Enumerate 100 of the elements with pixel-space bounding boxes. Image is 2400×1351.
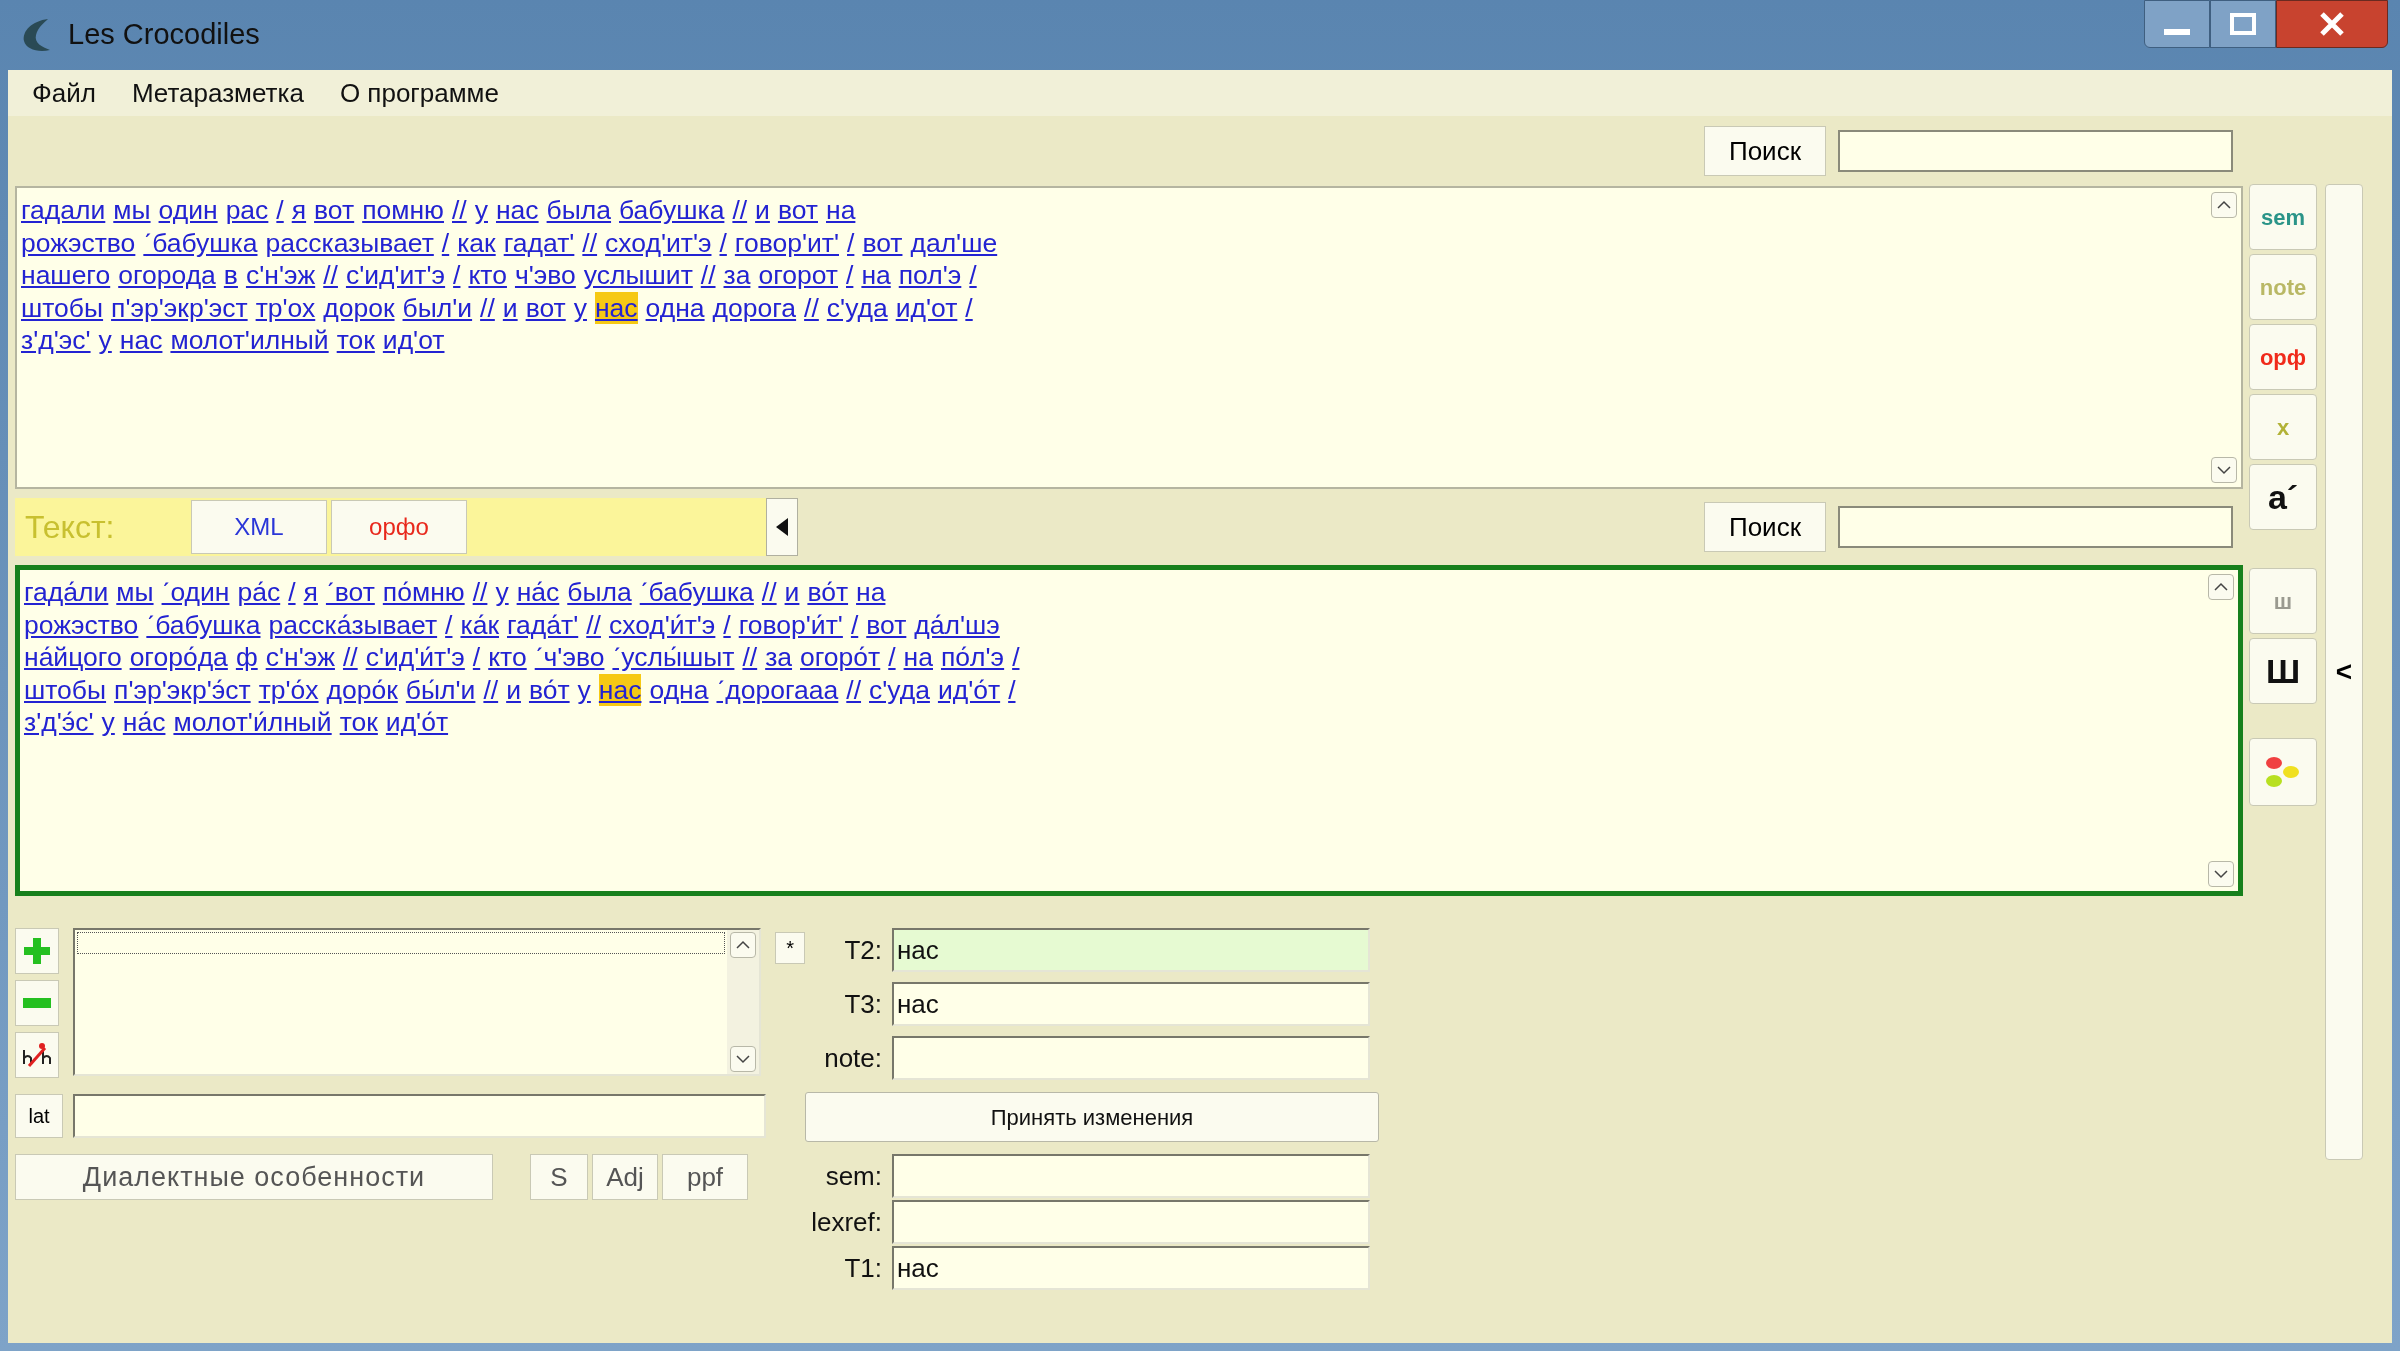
- word-link[interactable]: во́т: [528, 673, 570, 706]
- word-link[interactable]: как: [457, 226, 496, 259]
- maximize-button[interactable]: [2210, 0, 2276, 48]
- word-link[interactable]: на: [826, 194, 856, 227]
- word-link[interactable]: кто: [488, 641, 527, 674]
- word-link[interactable]: //: [700, 259, 716, 292]
- split-button[interactable]: [15, 1032, 59, 1078]
- word-link[interactable]: вот: [866, 608, 907, 641]
- word-link[interactable]: и: [502, 291, 518, 324]
- word-link[interactable]: услышит: [583, 259, 693, 292]
- word-link[interactable]: /: [969, 259, 977, 292]
- word-link[interactable]: была: [546, 194, 612, 227]
- search-button[interactable]: Поиск: [1704, 126, 1826, 176]
- side-button[interactable]: а´: [2249, 464, 2317, 530]
- word-link[interactable]: /: [723, 608, 731, 641]
- word-link[interactable]: сход'и́т'э: [608, 608, 716, 641]
- word-link[interactable]: /: [472, 641, 481, 674]
- word-link[interactable]: ид'от: [382, 324, 445, 357]
- word-link[interactable]: у: [573, 291, 587, 324]
- word-link[interactable]: мы: [116, 576, 154, 609]
- input-field[interactable]: [73, 1094, 766, 1138]
- word-link[interactable]: /: [850, 608, 859, 641]
- word-link[interactable]: нас: [594, 291, 638, 324]
- word-link[interactable]: огорода: [118, 259, 216, 292]
- word-link[interactable]: и: [784, 576, 800, 609]
- accept-button[interactable]: Принять изменения: [805, 1092, 1379, 1142]
- word-link[interactable]: одна: [645, 291, 705, 324]
- word-link[interactable]: ˊуслы́шыт: [612, 641, 735, 674]
- word-link[interactable]: у: [98, 324, 112, 357]
- word-link[interactable]: вот: [777, 194, 818, 227]
- word-link[interactable]: нашего: [21, 259, 111, 292]
- word-link[interactable]: //: [452, 194, 467, 227]
- word-link[interactable]: сход'ит'э: [605, 226, 712, 259]
- word-link[interactable]: /: [846, 259, 854, 292]
- word-link[interactable]: говор'и́т': [738, 608, 843, 641]
- word-link[interactable]: ˊдорогааа: [716, 673, 839, 706]
- word-link[interactable]: помню: [362, 194, 444, 227]
- word-link[interactable]: ˊч'эво: [534, 641, 605, 674]
- word-link[interactable]: был'и: [402, 291, 473, 324]
- scroll-up-button[interactable]: [2208, 574, 2234, 600]
- word-link[interactable]: /: [453, 259, 461, 292]
- side-panel-toggle[interactable]: <: [2325, 184, 2363, 1160]
- word-link[interactable]: у: [101, 706, 115, 739]
- word-link[interactable]: штобы: [21, 291, 104, 324]
- search-button[interactable]: Поиск: [1704, 502, 1826, 552]
- word-link[interactable]: //: [742, 641, 758, 674]
- input-field[interactable]: нас: [892, 1246, 1370, 1290]
- word-link[interactable]: /: [888, 641, 896, 674]
- word-link[interactable]: и: [755, 194, 770, 227]
- word-link[interactable]: во́т: [807, 576, 849, 609]
- side-button[interactable]: орф: [2249, 324, 2317, 390]
- word-link[interactable]: рожэство: [21, 226, 136, 259]
- word-link[interactable]: огоро́да: [129, 641, 228, 674]
- word-link[interactable]: на́йцого: [24, 641, 122, 674]
- word-link[interactable]: рожэство: [24, 608, 139, 641]
- word-link[interactable]: один: [158, 194, 218, 227]
- word-link[interactable]: гадали: [21, 194, 106, 227]
- word-link[interactable]: дорок: [323, 291, 395, 324]
- word-link[interactable]: с'уда: [826, 291, 888, 324]
- word-link[interactable]: /: [276, 194, 284, 227]
- input-field[interactable]: нас: [892, 982, 1370, 1026]
- word-link[interactable]: п'эр'экр'э́ст: [114, 673, 251, 706]
- word-link[interactable]: расска́зывает: [268, 608, 438, 641]
- word-link[interactable]: /: [847, 226, 855, 259]
- word-link[interactable]: ˊбабушка: [639, 576, 754, 609]
- word-link[interactable]: была: [567, 576, 632, 609]
- word-link[interactable]: нас: [119, 324, 163, 357]
- word-link[interactable]: ˊвот: [325, 576, 375, 609]
- lat-button[interactable]: lat: [15, 1094, 63, 1138]
- word-link[interactable]: //: [582, 226, 598, 259]
- word-link[interactable]: ˊбабушка: [146, 608, 261, 641]
- tag-button[interactable]: Adj: [592, 1154, 658, 1200]
- word-link[interactable]: з'д'эс': [21, 324, 91, 357]
- word-link[interactable]: ид'от: [895, 291, 958, 324]
- scroll-down-button[interactable]: [2211, 457, 2237, 483]
- tag-button[interactable]: ppf: [662, 1154, 748, 1200]
- word-link[interactable]: одна: [649, 673, 709, 706]
- word-link[interactable]: тр'о́х: [258, 673, 319, 706]
- word-link[interactable]: говор'ит': [734, 226, 839, 259]
- word-link[interactable]: у: [495, 576, 509, 609]
- remove-button[interactable]: [15, 980, 59, 1026]
- word-link[interactable]: с'ид'и́т'э: [365, 641, 465, 674]
- word-link[interactable]: у: [577, 673, 591, 706]
- side-button[interactable]: Ш: [2249, 638, 2317, 704]
- word-link[interactable]: ток: [336, 324, 375, 357]
- word-link[interactable]: п'эр'экр'эст: [111, 291, 248, 324]
- input-field[interactable]: [892, 1036, 1370, 1080]
- menu-item[interactable]: Метаразметка: [131, 73, 304, 113]
- word-link[interactable]: за: [765, 641, 793, 674]
- word-link[interactable]: /: [719, 226, 727, 259]
- word-link[interactable]: нас: [598, 673, 642, 706]
- tag-button[interactable]: S: [530, 1154, 588, 1200]
- word-link[interactable]: огоро́т: [800, 641, 881, 674]
- word-link[interactable]: бы́л'и: [405, 673, 476, 706]
- word-link[interactable]: да́л'шэ: [914, 608, 1000, 641]
- word-link[interactable]: с'н'эж: [265, 641, 335, 674]
- word-link[interactable]: штобы: [24, 673, 107, 706]
- scroll-down-button[interactable]: [730, 1046, 757, 1072]
- word-link[interactable]: ˊбабушка: [143, 226, 258, 259]
- word-link[interactable]: на́с: [122, 706, 166, 739]
